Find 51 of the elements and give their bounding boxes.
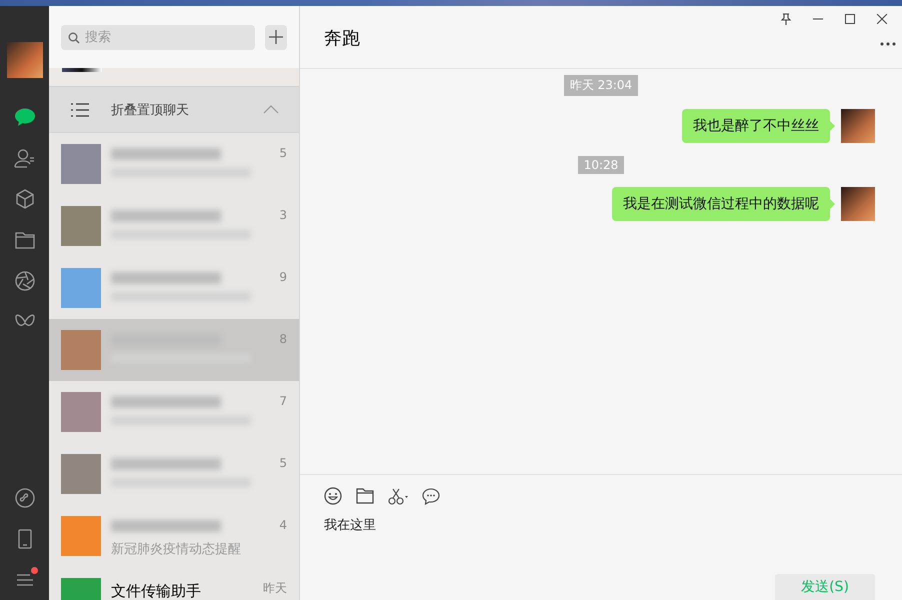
chat-row[interactable]: 3 xyxy=(49,195,299,257)
chat-time: 9 xyxy=(279,270,287,284)
add-button[interactable] xyxy=(265,24,287,50)
message-input[interactable]: 我在这里 xyxy=(324,517,624,532)
chat-title: 奔跑 xyxy=(324,27,360,50)
folded-pinned-chats[interactable]: 折叠置顶聊天 xyxy=(49,87,299,133)
message-preview: 新冠肺炎疫情动态提醒 xyxy=(111,541,242,558)
aperture-icon[interactable] xyxy=(14,270,34,290)
chat-avatar xyxy=(62,68,102,72)
search-field[interactable]: 搜索 xyxy=(61,24,255,50)
chat-time: 5 xyxy=(279,146,287,160)
pin-icon xyxy=(781,13,791,25)
scissors-icon[interactable] xyxy=(388,488,408,504)
chat-row[interactable]: 文件传输助手 昨天 xyxy=(49,567,299,600)
search-icon xyxy=(68,32,80,44)
timestamp: 10:28 xyxy=(578,156,624,174)
contacts-icon[interactable] xyxy=(14,148,36,168)
menu-icon[interactable] xyxy=(16,572,34,588)
emoji-icon[interactable] xyxy=(324,487,342,505)
timestamp: 昨天 23:04 xyxy=(564,75,638,96)
maximize-icon xyxy=(845,14,855,24)
chat-bubble-icon[interactable] xyxy=(14,106,36,126)
folder-icon[interactable] xyxy=(14,230,34,248)
chat-row[interactable]: 7 xyxy=(49,381,299,443)
mini-program-icon[interactable] xyxy=(14,488,34,508)
chat-row[interactable]: 8 xyxy=(49,319,299,381)
chat-row[interactable]: 新冠肺炎疫情动态提醒 4 xyxy=(49,505,299,567)
phone-icon[interactable] xyxy=(18,528,32,548)
list-icon xyxy=(71,102,89,116)
more-button[interactable] xyxy=(880,42,896,48)
cube-icon[interactable] xyxy=(14,188,34,208)
sender-avatar xyxy=(841,187,875,221)
chat-bubble-icon[interactable] xyxy=(422,488,440,504)
chat-row[interactable]: 9 xyxy=(49,257,299,319)
send-button[interactable]: 发送(S) xyxy=(775,574,875,600)
chat-time: 昨天 xyxy=(263,580,287,597)
chat-name: 文件传输助手 xyxy=(111,582,202,600)
chat-time: 8 xyxy=(279,332,287,346)
close-icon xyxy=(877,14,887,24)
chat-time: 3 xyxy=(279,208,287,222)
profile-photo[interactable] xyxy=(6,42,42,78)
chat-row[interactable]: 5 xyxy=(49,133,299,195)
more-icon xyxy=(880,42,896,46)
chat-time: 4 xyxy=(279,518,287,532)
minimize-icon xyxy=(813,18,823,20)
folder-icon[interactable] xyxy=(356,488,374,504)
plus-icon xyxy=(269,30,283,44)
sender-avatar xyxy=(841,109,875,143)
chat-time: 5 xyxy=(279,456,287,470)
chat-row[interactable]: 5 xyxy=(49,443,299,505)
chat-time: 7 xyxy=(279,394,287,408)
